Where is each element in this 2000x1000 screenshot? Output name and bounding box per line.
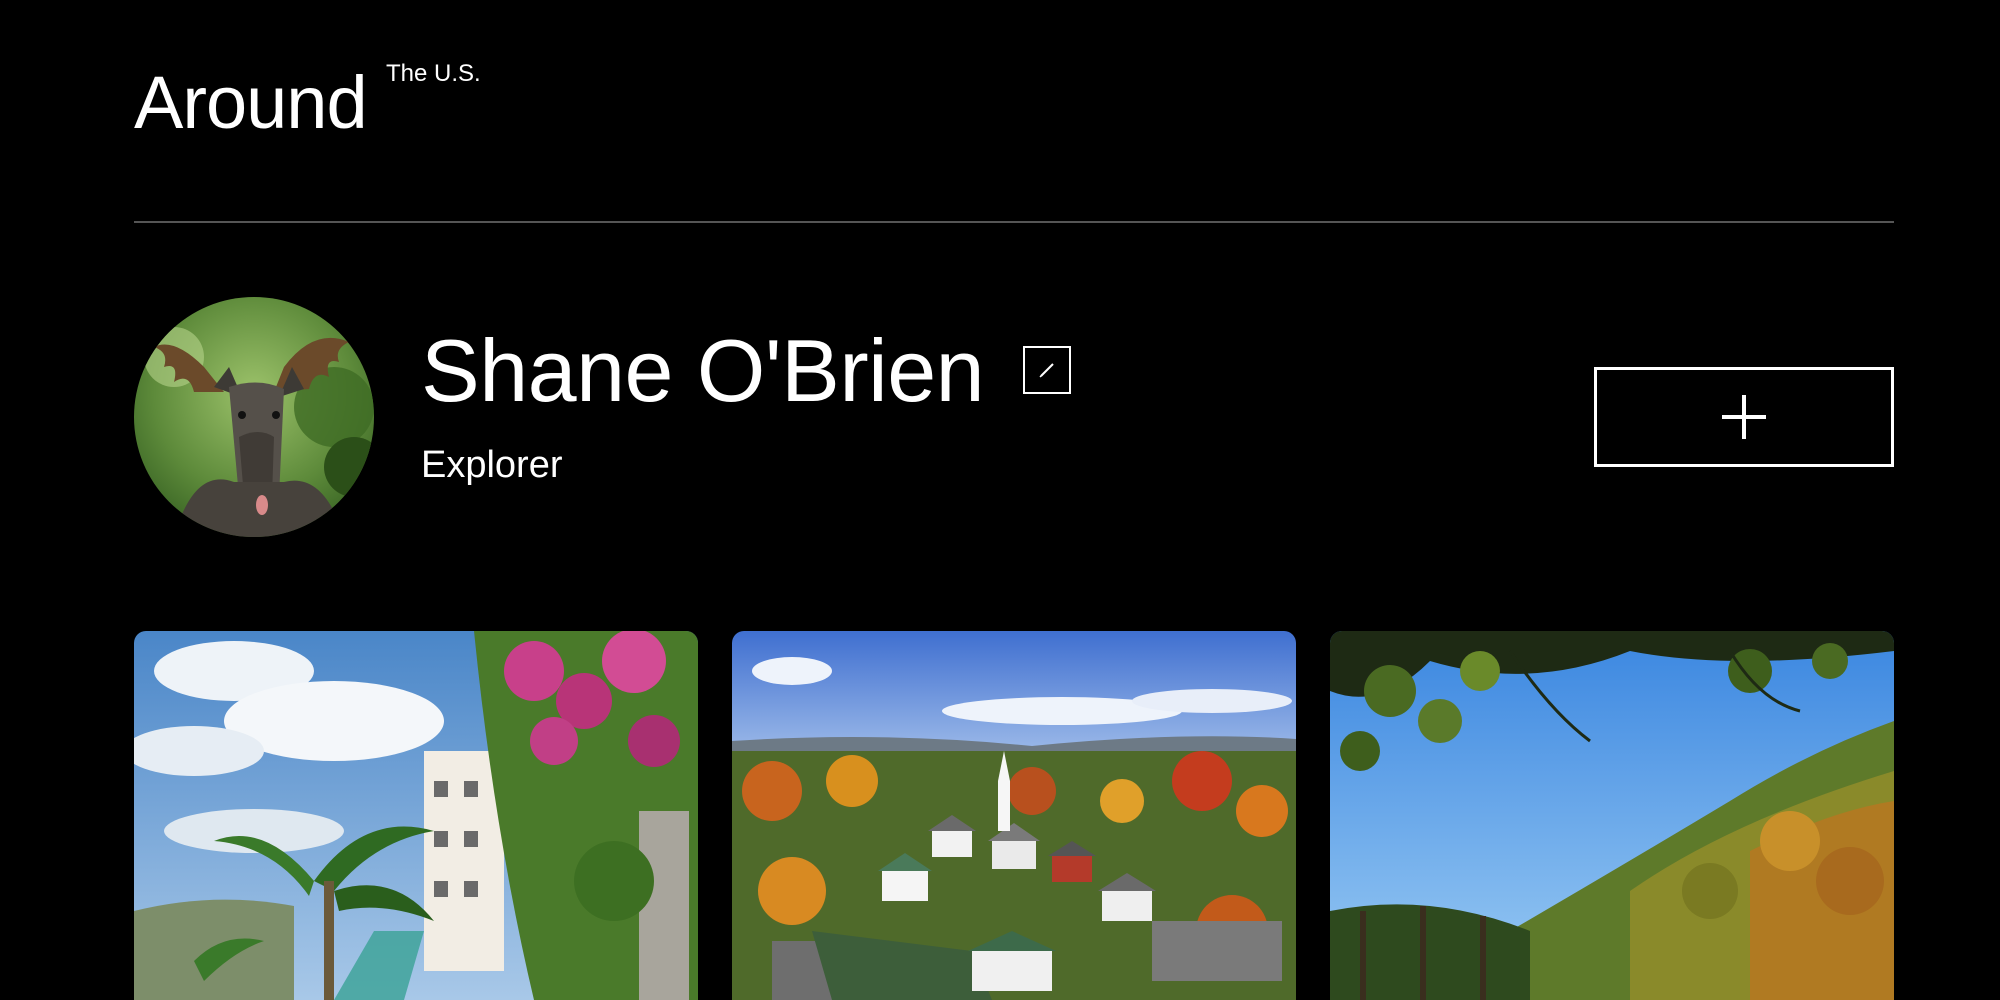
place-card[interactable] xyxy=(1330,631,1894,1000)
avatar[interactable] xyxy=(134,297,374,537)
moose-avatar-image xyxy=(134,297,374,537)
logo-superscript: The U.S. xyxy=(386,60,481,87)
edit-profile-button[interactable] xyxy=(1023,346,1071,394)
place-card[interactable] xyxy=(732,631,1296,1000)
plus-icon xyxy=(1722,395,1766,439)
tropical-villa-image xyxy=(134,631,698,1000)
page: Around The U.S. Shane O'Brien Explorer xyxy=(0,0,2000,1000)
autumn-town-image xyxy=(732,631,1296,1000)
profile-name: Shane O'Brien xyxy=(421,321,985,420)
pencil-icon xyxy=(1039,363,1054,378)
logo-main-text: Around xyxy=(134,61,368,144)
logo[interactable]: Around The U.S. xyxy=(134,58,481,148)
add-place-button[interactable] xyxy=(1594,367,1894,467)
place-card[interactable] xyxy=(134,631,698,1000)
header: Around The U.S. xyxy=(134,58,481,148)
header-divider xyxy=(134,221,1894,223)
profile-role: Explorer xyxy=(421,444,563,486)
mountain-valley-image xyxy=(1330,631,1894,1000)
